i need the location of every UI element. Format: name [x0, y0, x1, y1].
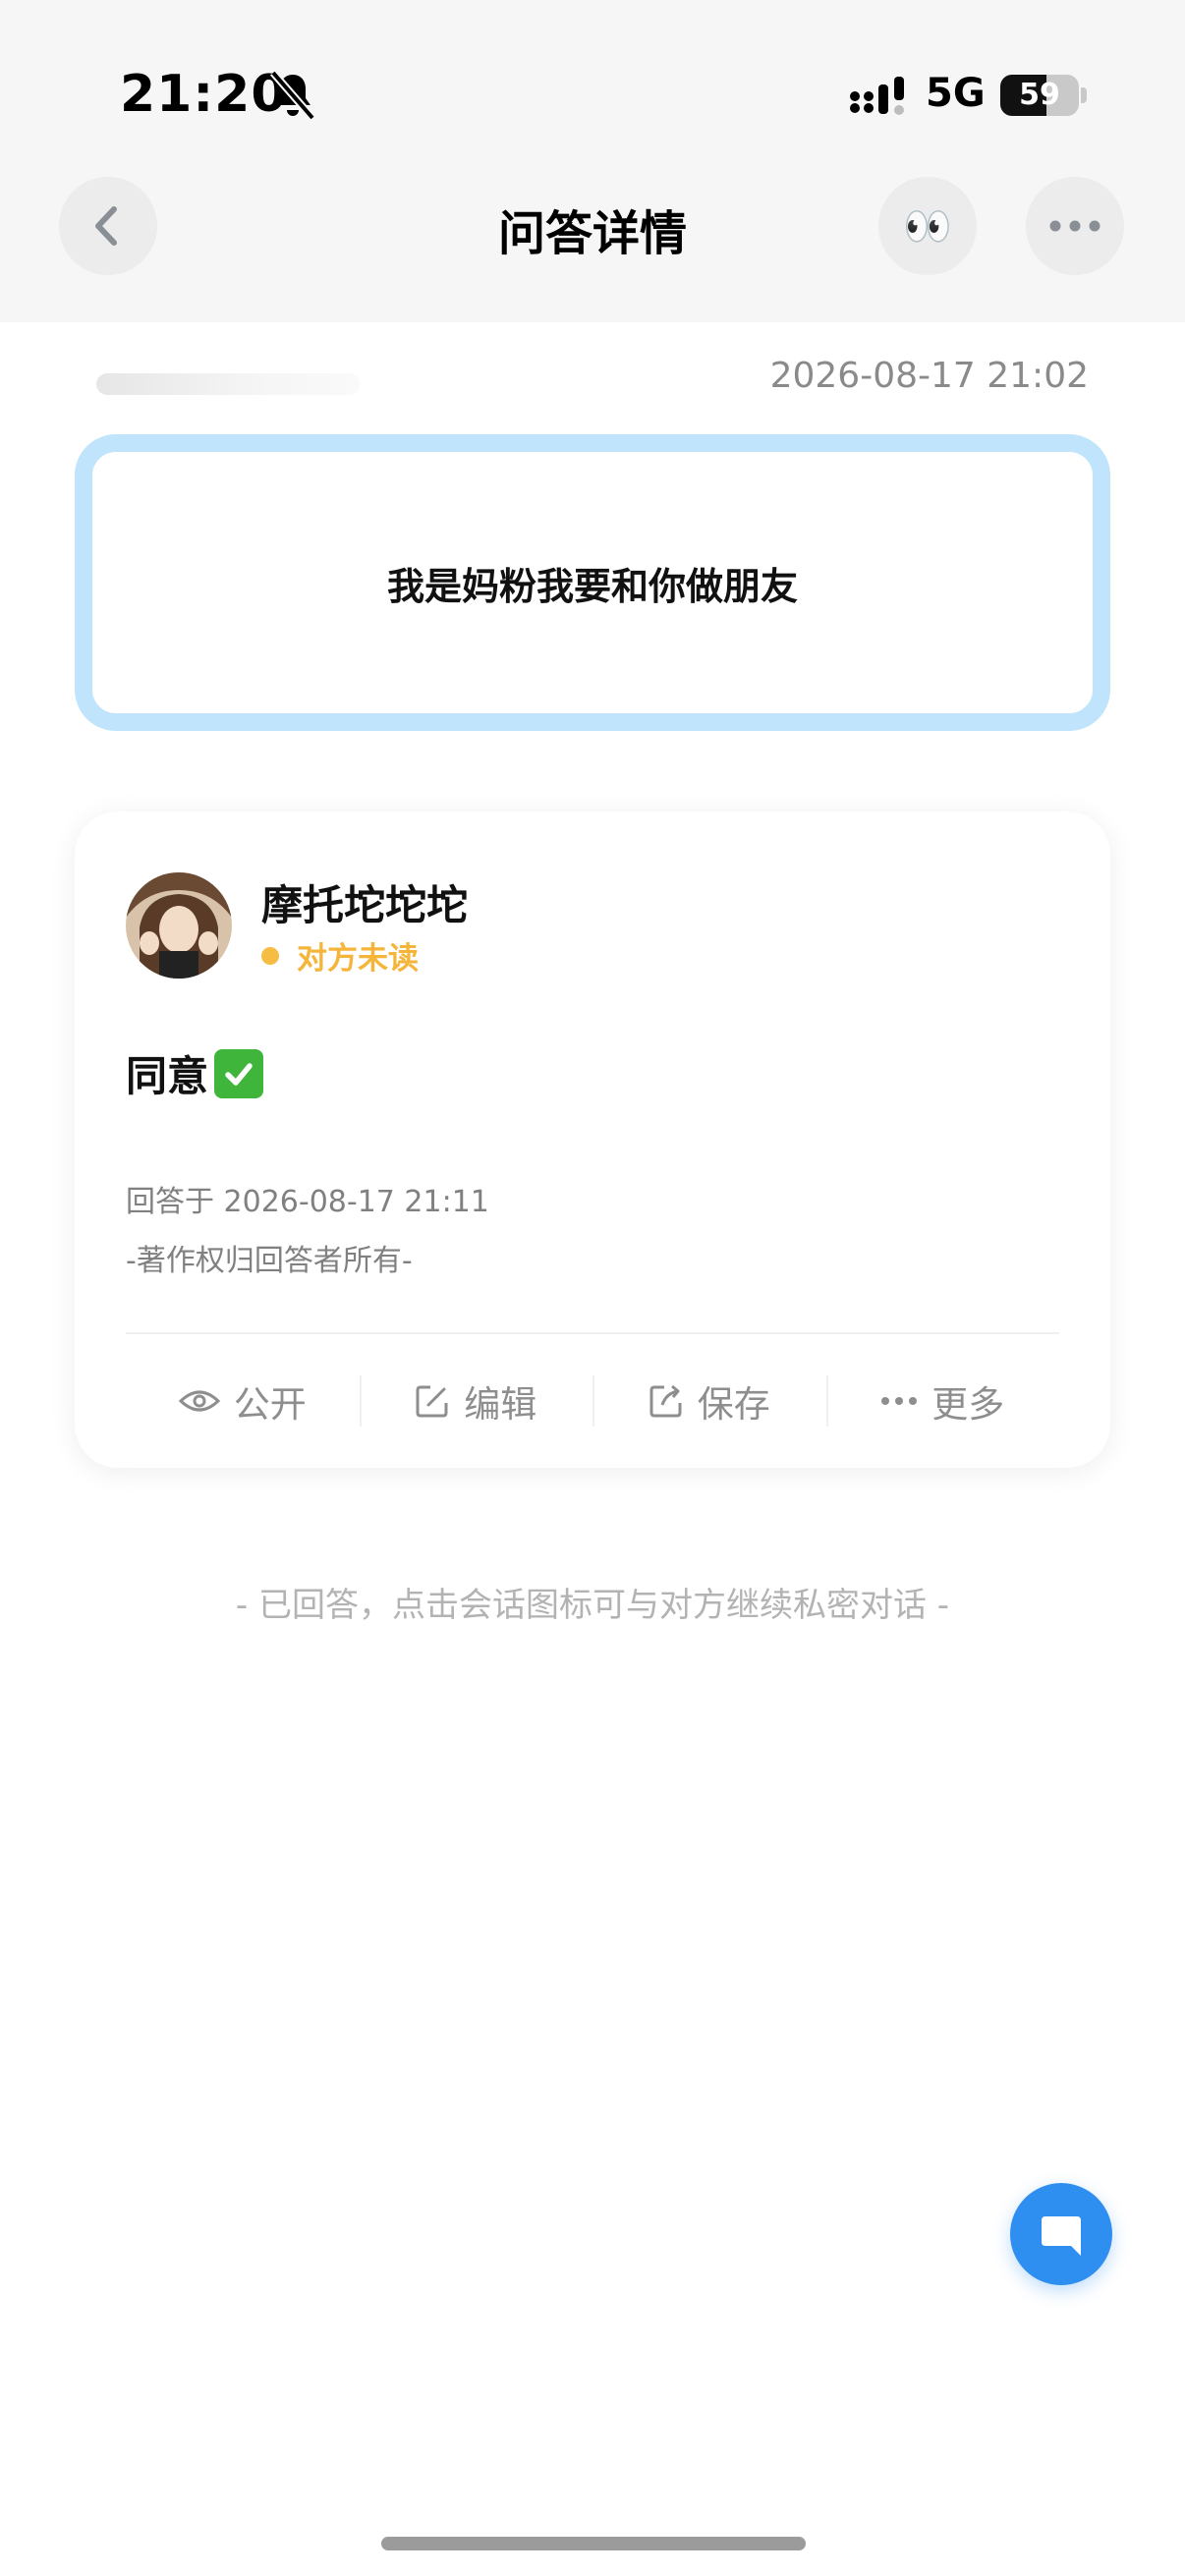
save-button[interactable]: 保存 — [592, 1334, 826, 1468]
read-status: 对方未读 — [261, 933, 419, 978]
share-icon — [649, 1384, 682, 1418]
ellipsis-icon — [1049, 220, 1100, 232]
eyes-button[interactable]: 👀 — [878, 177, 977, 275]
eyes-icon: 👀 — [903, 203, 952, 250]
battery-indicator: 59 — [1000, 75, 1079, 116]
network-type: 5G — [926, 71, 986, 116]
status-dot-icon — [261, 946, 279, 965]
answerer-name[interactable]: 摩托坨坨坨 — [261, 872, 468, 932]
save-label: 保存 — [697, 1383, 770, 1426]
more-label: 更多 — [931, 1383, 1005, 1426]
answer-content: 同意 — [126, 1043, 264, 1103]
edit-button[interactable]: 编辑 — [359, 1334, 593, 1468]
home-indicator[interactable] — [381, 2537, 806, 2550]
blurred-asker-name — [96, 373, 360, 395]
header-background — [0, 0, 1185, 322]
question-card: 我是妈粉我要和你做朋友 — [75, 434, 1110, 731]
question-timestamp: 2026-08-17 21:02 — [769, 356, 1089, 396]
action-bar: 公开 编辑 保存 更多 — [126, 1334, 1059, 1468]
answered-hint: - 已回答，点击会话图标可与对方继续私密对话 - — [235, 1586, 950, 1625]
eye-icon — [178, 1390, 220, 1412]
copyright-notice: -著作权归回答者所有- — [126, 1244, 413, 1278]
edit-label: 编辑 — [464, 1383, 537, 1426]
read-status-text: 对方未读 — [297, 941, 419, 977]
avatar[interactable] — [126, 872, 232, 979]
page-title: 问答详情 — [497, 206, 687, 261]
public-button[interactable]: 公开 — [126, 1334, 360, 1468]
cellular-signal-icon — [850, 77, 904, 115]
answer-card: 摩托坨坨坨 对方未读 同意 回答于 2026-08-17 21:11 -著作权归… — [75, 812, 1110, 1468]
answer-text: 同意 — [126, 1052, 209, 1100]
battery-percent: 59 — [1019, 78, 1060, 112]
bell-slash-icon — [269, 70, 316, 121]
answer-timestamp: 回答于 2026-08-17 21:11 — [126, 1185, 489, 1219]
chat-button[interactable] — [1010, 2183, 1112, 2285]
ellipsis-icon — [881, 1397, 918, 1405]
more-button[interactable]: 更多 — [825, 1334, 1060, 1468]
chat-bubble-icon — [1042, 2216, 1081, 2256]
check-mark-button-icon — [214, 1048, 264, 1098]
public-label: 公开 — [233, 1383, 307, 1426]
more-options-button[interactable] — [1026, 177, 1124, 275]
status-time: 21:20 — [120, 65, 288, 124]
battery-tip — [1081, 87, 1087, 103]
edit-icon — [416, 1385, 448, 1418]
question-text: 我是妈粉我要和你做朋友 — [386, 564, 798, 608]
avatar-photo — [126, 872, 232, 979]
